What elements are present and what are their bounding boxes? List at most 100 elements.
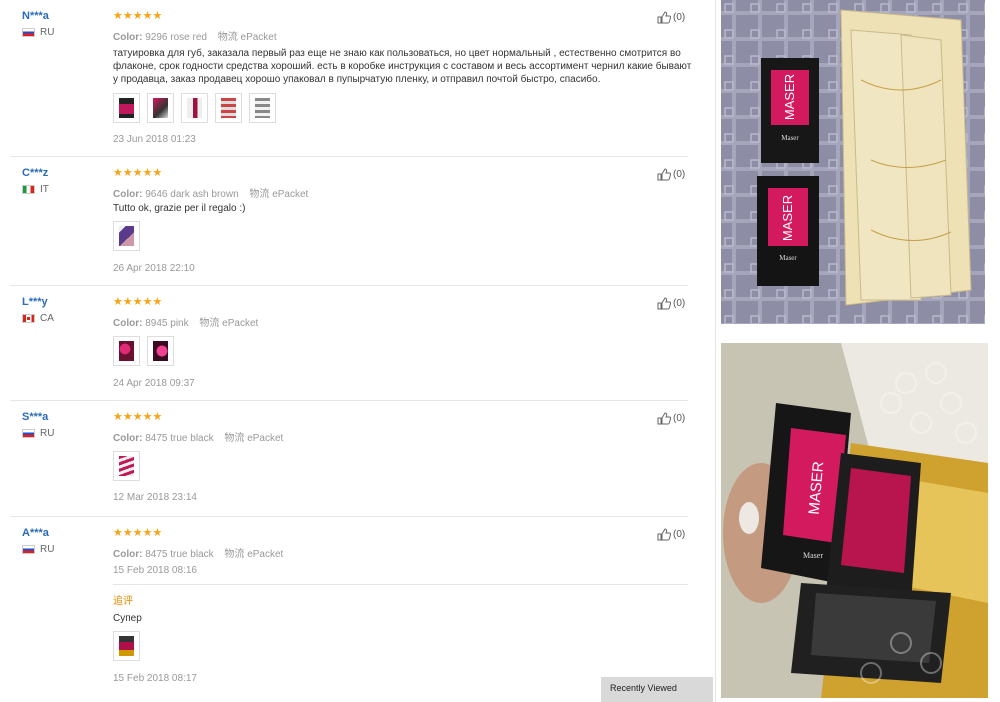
review-text: Tutto ok, grazie per il regalo :): [113, 203, 246, 214]
thumbs-up-icon: [657, 168, 671, 181]
review-photo-large[interactable]: MASER Maser: [721, 343, 988, 698]
rating-stars: ★★★★★: [113, 10, 163, 22]
color-value: 8945 pink: [145, 318, 189, 329]
review-photo-thumbnail[interactable]: [113, 221, 140, 251]
reviewer-name[interactable]: L***y: [22, 296, 48, 308]
shipping-value: ePacket: [222, 318, 259, 329]
shipping-prefix: 物流: [199, 318, 220, 329]
recently-viewed-tab[interactable]: Recently Viewed: [601, 677, 713, 702]
helpful-button[interactable]: (0): [657, 528, 685, 541]
reviewer-country: RU: [22, 27, 54, 38]
country-code: RU: [40, 27, 55, 38]
review-photos: [113, 221, 140, 251]
shipping-prefix: 物流: [224, 549, 245, 560]
divider: [113, 584, 688, 585]
followup-text: Супер: [113, 613, 142, 624]
thumbs-up-icon: [657, 412, 671, 425]
review-photo-thumbnail[interactable]: [113, 93, 140, 123]
review-photo-thumbnail[interactable]: [181, 93, 208, 123]
review-photo-large[interactable]: MASER Maser MASER Maser: [721, 0, 985, 324]
reviewer-name[interactable]: C***z: [22, 167, 48, 179]
shipping-value: ePacket: [247, 549, 284, 560]
review-feed: N***a RU ★★★★★ Color: 9296 rose red 物流 e…: [0, 0, 716, 702]
helpful-button[interactable]: (0): [657, 412, 685, 425]
order-info: Color: 8945 pink 物流 ePacket: [113, 314, 258, 329]
review-photos: [113, 93, 276, 123]
svg-text:Maser: Maser: [779, 254, 797, 262]
review-date: 12 Mar 2018 23:14: [113, 492, 197, 503]
color-value: 9646 dark ash brown: [145, 189, 239, 200]
review-photo-thumbnail[interactable]: [249, 93, 276, 123]
review-photo-thumbnail[interactable]: [147, 93, 174, 123]
shipping-value: ePacket: [272, 189, 309, 200]
shipping-prefix: 物流: [217, 32, 238, 43]
review-photo-thumbnail[interactable]: [113, 336, 140, 366]
rating-stars: ★★★★★: [113, 411, 163, 423]
helpful-count: (0): [673, 529, 686, 540]
color-prefix: Color:: [113, 433, 143, 444]
shipping-prefix: 物流: [249, 189, 270, 200]
review-photo-thumbnail[interactable]: [215, 93, 242, 123]
order-info: Color: 9646 dark ash brown 物流 ePacket: [113, 185, 308, 200]
reviewer-country: CA: [22, 313, 54, 324]
review-photos: [113, 451, 140, 481]
review-item: A***a RU ★★★★★ Color: 8475 true black 物流…: [0, 517, 700, 702]
box-sub: Maser: [803, 551, 823, 560]
russia-flag-icon: [22, 429, 35, 438]
review-photo-thumbnail[interactable]: [147, 336, 174, 366]
review-photo-thumbnail[interactable]: [113, 631, 140, 661]
reviewer-country: RU: [22, 544, 54, 555]
country-code: RU: [40, 544, 55, 555]
russia-flag-icon: [22, 545, 35, 554]
helpful-button[interactable]: (0): [657, 297, 685, 310]
review-item: L***y CA ★★★★★ Color: 8945 pink 物流 ePack…: [0, 286, 700, 401]
review-photo-thumbnail[interactable]: [113, 451, 140, 481]
italy-flag-icon: [22, 185, 35, 194]
review-date: 15 Feb 2018 08:16: [113, 565, 197, 576]
rating-stars: ★★★★★: [113, 167, 163, 179]
reviewer-name[interactable]: A***a: [22, 527, 49, 539]
reviewer-country: IT: [22, 184, 49, 195]
helpful-count: (0): [673, 169, 686, 180]
color-prefix: Color:: [113, 32, 143, 43]
reviewer-name[interactable]: S***a: [22, 411, 48, 423]
order-info: Color: 9296 rose red 物流 ePacket: [113, 28, 277, 43]
thumbs-up-icon: [657, 297, 671, 310]
helpful-count: (0): [673, 413, 686, 424]
helpful-button[interactable]: (0): [657, 168, 685, 181]
russia-flag-icon: [22, 28, 35, 37]
helpful-button[interactable]: (0): [657, 11, 685, 24]
color-prefix: Color:: [113, 189, 143, 200]
followup-photos: [113, 631, 140, 661]
followup-date: 15 Feb 2018 08:17: [113, 673, 197, 684]
color-prefix: Color:: [113, 318, 143, 329]
reviewer-name[interactable]: N***a: [22, 10, 49, 22]
review-date: 23 Jun 2018 01:23: [113, 134, 196, 145]
box-sub: Maser: [781, 134, 799, 142]
review-text: татуировка для губ, заказала первый раз …: [113, 48, 692, 85]
shipping-value: ePacket: [240, 32, 277, 43]
recently-viewed-label: Recently Viewed: [610, 683, 677, 693]
followup-label: 追评: [113, 596, 133, 607]
box-brand: MASER: [782, 74, 797, 120]
thumbs-up-icon: [657, 528, 671, 541]
review-photos: [113, 336, 174, 366]
review-item: C***z IT ★★★★★ Color: 9646 dark ash brow…: [0, 157, 700, 286]
color-prefix: Color:: [113, 549, 143, 560]
shipping-prefix: 物流: [224, 433, 245, 444]
thumbs-up-icon: [657, 11, 671, 24]
rating-stars: ★★★★★: [113, 296, 163, 308]
review-item: S***a RU ★★★★★ Color: 8475 true black 物流…: [0, 401, 700, 517]
helpful-count: (0): [673, 12, 686, 23]
review-date: 24 Apr 2018 09:37: [113, 378, 195, 389]
helpful-count: (0): [673, 298, 686, 309]
color-value: 8475 true black: [145, 433, 214, 444]
shipping-value: ePacket: [247, 433, 284, 444]
country-code: CA: [40, 313, 54, 324]
svg-text:MASER: MASER: [780, 195, 795, 241]
country-code: RU: [40, 428, 55, 439]
order-info: Color: 8475 true black 物流 ePacket: [113, 429, 283, 444]
review-item: N***a RU ★★★★★ Color: 9296 rose red 物流 e…: [0, 0, 700, 157]
country-code: IT: [40, 184, 49, 195]
order-info: Color: 8475 true black 物流 ePacket: [113, 545, 283, 560]
